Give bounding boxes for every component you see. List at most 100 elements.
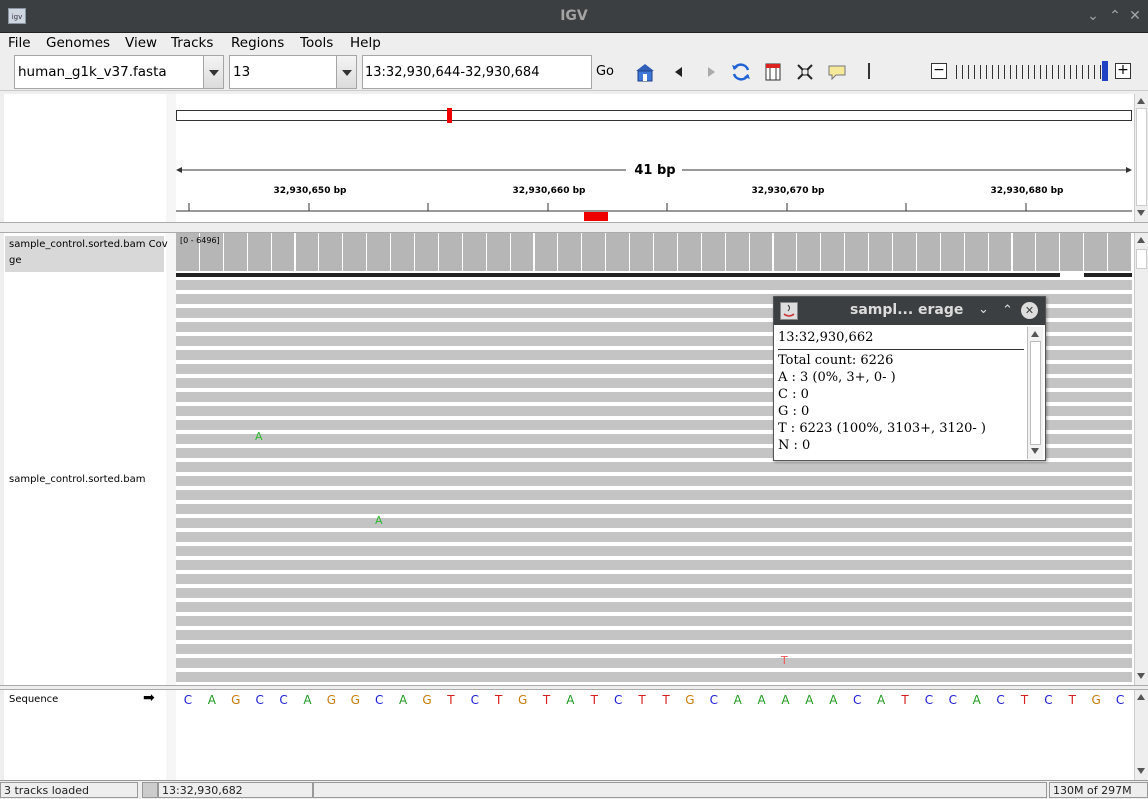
coverage-bar[interactable] <box>916 233 941 271</box>
read-row[interactable] <box>176 616 1132 626</box>
coverage-bar[interactable] <box>1108 233 1132 271</box>
coverage-bar[interactable] <box>893 233 917 271</box>
read-row[interactable] <box>176 490 1132 500</box>
menu-regions[interactable]: Regions <box>231 33 284 53</box>
read-row[interactable] <box>176 658 1132 668</box>
coverage-bar[interactable] <box>438 233 463 271</box>
coverage-bar[interactable] <box>821 233 846 271</box>
chevron-down-icon[interactable] <box>203 56 223 88</box>
read-row[interactable] <box>176 644 1132 654</box>
menu-view[interactable]: View <box>125 33 157 53</box>
locus-input[interactable] <box>362 55 592 89</box>
coverage-bar[interactable] <box>343 233 368 271</box>
coverage-bar[interactable] <box>223 233 248 271</box>
read-row[interactable] <box>176 560 1132 570</box>
coverage-bar[interactable] <box>1036 233 1061 271</box>
coverage-bar[interactable] <box>319 233 344 271</box>
coverage-bar[interactable] <box>415 233 439 271</box>
popup-scrollbar[interactable] <box>1027 327 1043 459</box>
coverage-bar[interactable] <box>845 233 870 271</box>
coverage-bar[interactable] <box>582 233 607 271</box>
fit-icon[interactable] <box>794 61 816 83</box>
panel-divider[interactable] <box>0 222 1148 233</box>
read-row[interactable] <box>176 532 1132 542</box>
sequence-base: G <box>326 693 337 707</box>
coverage-bar[interactable] <box>677 233 702 271</box>
chevron-up-icon[interactable]: ⌃ <box>1106 7 1124 25</box>
read-row[interactable] <box>176 518 1132 528</box>
menu-file[interactable]: File <box>8 33 31 53</box>
menu-tools[interactable]: Tools <box>300 33 333 53</box>
coverage-bar[interactable] <box>797 233 822 271</box>
coverage-bar[interactable] <box>391 233 415 271</box>
go-button[interactable]: Go <box>592 55 618 89</box>
roi-icon[interactable] <box>762 61 784 83</box>
chevron-down-icon[interactable]: ⌄ <box>978 302 989 317</box>
data-scrollbar-thumb[interactable] <box>1136 249 1147 269</box>
refresh-icon[interactable] <box>730 61 752 83</box>
chevron-down-icon[interactable] <box>336 56 356 88</box>
popup-scrollbar-thumb[interactable] <box>1030 341 1041 445</box>
close-icon[interactable]: ✕ <box>1126 7 1144 25</box>
read-row[interactable] <box>176 672 1132 682</box>
coverage-bar[interactable] <box>869 233 893 271</box>
back-arrow-icon[interactable] <box>668 61 690 83</box>
alignment-track-name[interactable]: sample_control.sorted.bam <box>9 472 145 488</box>
coverage-bar[interactable] <box>558 233 583 271</box>
read-row[interactable] <box>176 462 1132 472</box>
read-row[interactable] <box>176 546 1132 556</box>
menu-help[interactable]: Help <box>350 33 381 53</box>
coverage-track-name[interactable]: sample_control.sorted.bam Cov ge <box>9 237 168 269</box>
close-icon[interactable]: ✕ <box>1021 302 1038 319</box>
zoom-slider[interactable] <box>956 65 1106 79</box>
coverage-bar[interactable] <box>486 233 511 271</box>
coverage-bar[interactable] <box>1012 233 1037 271</box>
chromosome-ideogram[interactable] <box>176 110 1132 121</box>
coverage-bar[interactable] <box>630 233 654 271</box>
coverage-bar[interactable] <box>725 233 750 271</box>
read-row[interactable] <box>176 630 1132 640</box>
coverage-bar[interactable] <box>1084 233 1109 271</box>
genome-select[interactable]: human_g1k_v37.fasta <box>14 55 224 89</box>
zoom-in-button[interactable]: + <box>1115 63 1131 79</box>
read-row[interactable] <box>176 574 1132 584</box>
coverage-bar[interactable] <box>988 233 1013 271</box>
popup-title-bar[interactable]: sampl... erage ⌄ ⌃ ✕ <box>774 297 1045 325</box>
read-row[interactable] <box>176 602 1132 612</box>
strand-arrow-icon[interactable]: ➡ <box>143 690 155 706</box>
coverage-bar[interactable] <box>773 233 798 271</box>
menu-tracks[interactable]: Tracks <box>171 33 213 53</box>
chevron-down-icon[interactable]: ⌄ <box>1084 7 1102 25</box>
read-row[interactable] <box>176 588 1132 598</box>
coverage-popup[interactable]: sampl... erage ⌄ ⌃ ✕ 13:32,930,662 Total… <box>773 296 1046 461</box>
menu-genomes[interactable]: Genomes <box>46 33 110 53</box>
read-row[interactable] <box>176 280 1132 290</box>
forward-arrow-icon[interactable] <box>700 61 722 83</box>
zoom-slider-thumb[interactable] <box>1102 61 1108 81</box>
coverage-bar[interactable] <box>964 233 989 271</box>
coverage-bar[interactable] <box>701 233 726 271</box>
coverage-bar[interactable] <box>606 233 631 271</box>
home-icon[interactable] <box>634 61 656 83</box>
coverage-bar[interactable] <box>510 233 535 271</box>
header-scrollbar[interactable] <box>1134 94 1148 222</box>
coverage-bar[interactable] <box>940 233 965 271</box>
coverage-bar[interactable] <box>295 233 320 271</box>
chromosome-select[interactable]: 13 <box>229 55 357 89</box>
coverage-bar[interactable] <box>271 233 296 271</box>
coverage-bar[interactable] <box>654 233 678 271</box>
coverage-bar[interactable] <box>534 233 559 271</box>
coverage-bar[interactable] <box>367 233 392 271</box>
coverage-bar[interactable] <box>1060 233 1085 271</box>
coverage-bar[interactable] <box>749 233 774 271</box>
read-row[interactable] <box>176 504 1132 514</box>
coverage-bar[interactable] <box>247 233 272 271</box>
coverage-bar[interactable] <box>462 233 487 271</box>
feature-scrollbar[interactable] <box>1134 690 1148 780</box>
sequence-track-name[interactable]: Sequence <box>9 692 58 708</box>
data-scrollbar[interactable] <box>1134 233 1148 685</box>
popup-info-icon[interactable] <box>826 61 848 83</box>
zoom-out-button[interactable]: − <box>931 63 947 79</box>
chevron-up-icon[interactable]: ⌃ <box>1002 303 1013 318</box>
read-row[interactable] <box>176 476 1132 486</box>
